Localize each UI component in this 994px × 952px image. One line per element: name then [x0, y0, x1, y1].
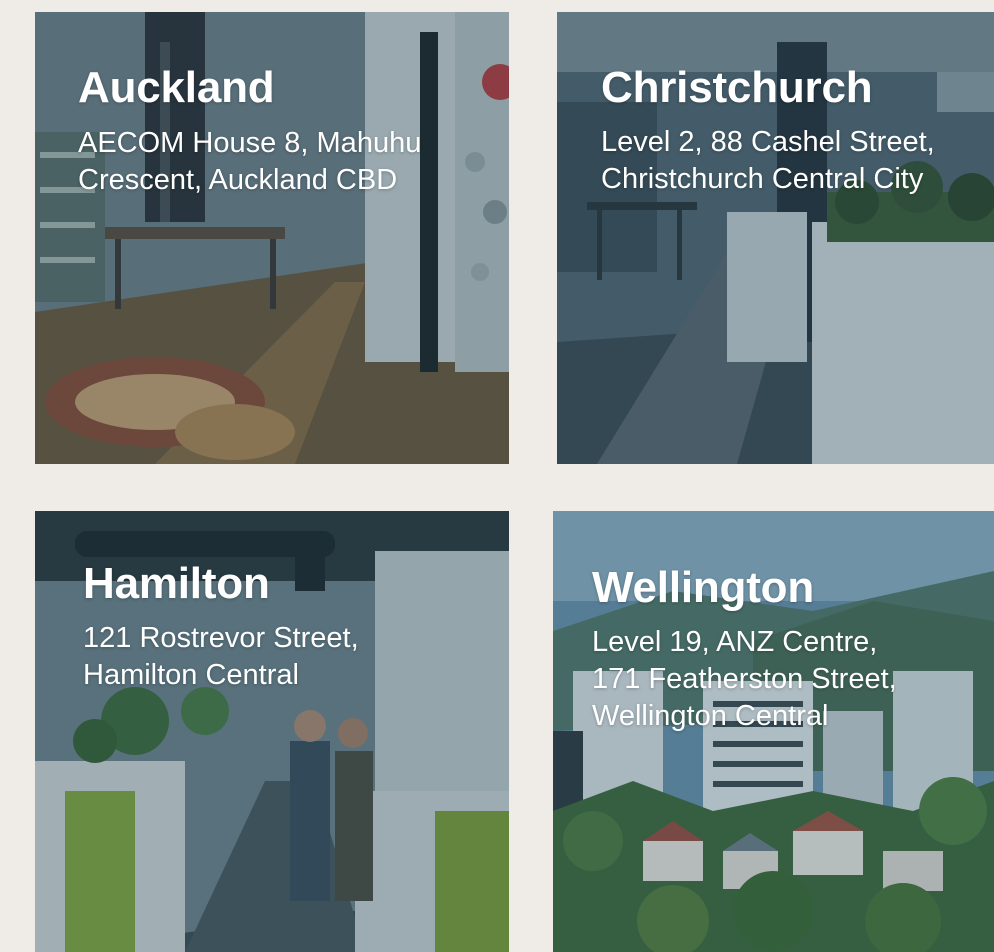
location-card-hamilton[interactable]: Hamilton 121 Rostrevor Street, Hamilton …	[35, 511, 509, 952]
location-text-hamilton: Hamilton 121 Rostrevor Street, Hamilton …	[83, 562, 359, 694]
location-card-auckland[interactable]: Auckland AECOM House 8, Mahuhu Crescent,…	[35, 12, 509, 464]
address-line: Christchurch Central City	[601, 163, 924, 195]
location-card-christchurch[interactable]: Christchurch Level 2, 88 Cashel Street, …	[557, 12, 994, 464]
address-line: Wellington Central	[592, 700, 829, 732]
city-title-wellington: Wellington	[592, 563, 815, 612]
address-christchurch: Level 2, 88 Cashel Street, Christchurch …	[601, 124, 935, 198]
address-line: Hamilton Central	[83, 659, 299, 691]
city-title-auckland: Auckland	[78, 63, 275, 112]
address-hamilton: 121 Rostrevor Street, Hamilton Central	[83, 620, 359, 694]
location-text-christchurch: Christchurch Level 2, 88 Cashel Street, …	[601, 66, 935, 198]
city-title-christchurch: Christchurch	[601, 63, 873, 112]
address-line: Level 2, 88 Cashel Street,	[601, 126, 935, 158]
address-line: Level 19, ANZ Centre,	[592, 626, 878, 658]
address-line: AECOM House 8, Mahuhu	[78, 127, 422, 159]
address-wellington: Level 19, ANZ Centre, 171 Featherston St…	[592, 624, 897, 735]
address-line: Crescent, Auckland CBD	[78, 164, 398, 196]
location-text-wellington: Wellington Level 19, ANZ Centre, 171 Fea…	[592, 566, 897, 735]
address-line: 121 Rostrevor Street,	[83, 622, 359, 654]
address-line: 171 Featherston Street,	[592, 663, 897, 695]
city-title-hamilton: Hamilton	[83, 559, 270, 608]
location-card-wellington[interactable]: Wellington Level 19, ANZ Centre, 171 Fea…	[553, 511, 994, 952]
address-auckland: AECOM House 8, Mahuhu Crescent, Auckland…	[78, 125, 421, 199]
location-text-auckland: Auckland AECOM House 8, Mahuhu Crescent,…	[78, 66, 421, 199]
office-locations-grid: Auckland AECOM House 8, Mahuhu Crescent,…	[0, 0, 994, 952]
